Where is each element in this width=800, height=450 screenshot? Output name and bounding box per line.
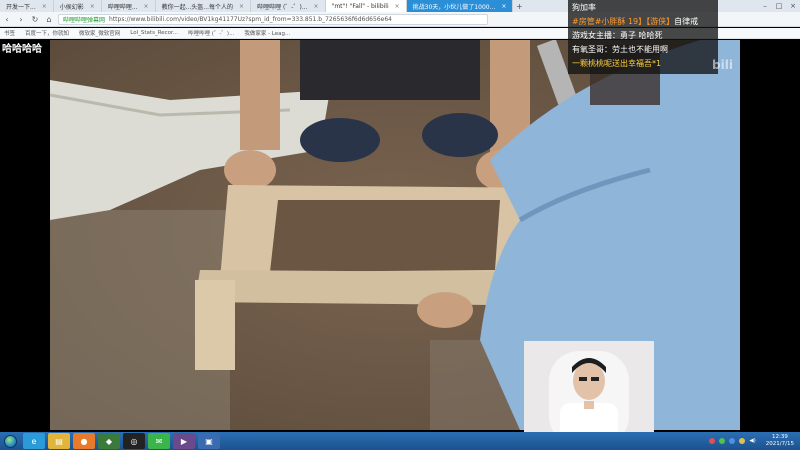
taskbar: e ▤ ● ◆ ◎ ✉ ▶ ▣ ◀) 12:39 2021/7/15: [0, 432, 800, 450]
forward-icon[interactable]: ›: [16, 15, 26, 24]
browser-tab[interactable]: 小侯幻影 ×: [54, 0, 102, 12]
bookmark-item[interactable]: 书签: [4, 29, 15, 37]
tab-label: 哔哩哔哩...: [107, 3, 138, 11]
close-tab-icon[interactable]: ×: [314, 3, 319, 10]
chat-badge: 【游侠】: [646, 17, 675, 26]
obs-taskbar-icon[interactable]: ◎: [123, 433, 145, 449]
bookmark-item[interactable]: Lol_Stats_Recor...: [130, 30, 178, 36]
tab-label: 挑战30天，小伙儿做了1000...: [412, 3, 496, 11]
tray-icon[interactable]: [719, 438, 726, 444]
new-tab-icon[interactable]: +: [513, 0, 525, 12]
site-identity: 哔哩哔哩弹幕网: [63, 16, 106, 24]
back-icon[interactable]: ‹: [2, 15, 12, 24]
app-taskbar-icon[interactable]: ●: [73, 433, 95, 449]
chat-user: 游戏女主播：: [572, 31, 620, 40]
start-button[interactable]: [0, 432, 20, 450]
close-tab-icon[interactable]: ×: [144, 3, 149, 10]
home-icon[interactable]: ⌂: [44, 15, 54, 24]
chat-message: 有氧圣哥：劳土也不能用啊: [572, 43, 714, 57]
image-taskbar-icon[interactable]: ▣: [198, 433, 220, 449]
browser-taskbar-icon[interactable]: e: [23, 433, 45, 449]
live-chat-panel: 狗加率 #房管#小胖酥 19】【游侠】自律戒 游戏女主播：勇子 哈哈死 有氧圣哥…: [568, 0, 718, 74]
chat-body: 一颗桃桃呢送出幸福吾*1: [572, 59, 662, 68]
tab-label: 开发一下...: [6, 3, 36, 11]
refresh-icon[interactable]: ↻: [30, 15, 40, 24]
clock-time: 12:39: [771, 434, 788, 440]
media-taskbar-icon[interactable]: ▶: [173, 433, 195, 449]
volume-icon[interactable]: ◀): [749, 438, 755, 444]
url-text: https://www.bilibili.com/video/BV1kg4117…: [109, 15, 392, 23]
tray-icon[interactable]: [709, 438, 716, 444]
wechat-taskbar-icon[interactable]: ✉: [148, 433, 170, 449]
chat-prefix: #房管#小胖酥 19】: [572, 17, 647, 26]
system-clock[interactable]: 12:39 2021/7/15: [766, 434, 794, 448]
chat-body: 自律戒: [674, 17, 699, 26]
browser-tab[interactable]: 哔哩哔哩 (゜-゜)... ×: [251, 0, 326, 12]
windows-logo-icon: [3, 434, 17, 448]
chat-message: 游戏女主播：勇子 哈哈死: [572, 29, 714, 43]
close-tab-icon[interactable]: ×: [90, 3, 95, 10]
chat-header: 狗加率: [572, 3, 596, 12]
chat-body: 勇子 哈哈死: [620, 31, 663, 40]
browser-tab[interactable]: 哔哩哔哩... ×: [102, 0, 156, 12]
bookmark-item[interactable]: 微软家_微软官网: [79, 29, 120, 37]
close-tab-icon[interactable]: ×: [239, 3, 244, 10]
window-controls: – □ ×: [758, 0, 800, 12]
tab-label: "mt"! "Fall" - bilibili: [331, 2, 389, 10]
chat-user: 有氧圣哥：: [572, 45, 612, 54]
tab-label: 哔哩哔哩 (゜-゜)...: [257, 3, 308, 11]
game-taskbar-icon[interactable]: ◆: [98, 433, 120, 449]
url-input[interactable]: 哔哩哔哩弹幕网 https://www.bilibili.com/video/B…: [58, 13, 488, 25]
bookmark-item[interactable]: 百度一下，你就知: [25, 29, 69, 37]
browser-tab[interactable]: 开发一下... ×: [0, 0, 54, 12]
folder-taskbar-icon[interactable]: ▤: [48, 433, 70, 449]
close-tab-icon[interactable]: ×: [42, 3, 47, 10]
close-tab-icon[interactable]: ×: [501, 3, 506, 10]
close-window-icon[interactable]: ×: [786, 0, 800, 12]
browser-tab-active[interactable]: "mt"! "Fall" - bilibili ×: [325, 0, 407, 12]
chat-body: 劳土也不能用啊: [612, 45, 668, 54]
bilibili-watermark: bili: [712, 58, 733, 72]
minimize-icon[interactable]: –: [758, 0, 772, 12]
tray-icon[interactable]: [739, 438, 746, 444]
overlay-caption: 哈哈哈哈: [2, 44, 42, 55]
maximize-icon[interactable]: □: [772, 0, 786, 12]
tab-label: 教你一起...头盔...每个人的: [161, 3, 234, 11]
browser-tab[interactable]: 挑战30天，小伙儿做了1000... ×: [406, 0, 514, 12]
chat-gift-message: 一颗桃桃呢送出幸福吾*1: [572, 57, 714, 71]
clock-date: 2021/7/15: [765, 441, 794, 447]
bookmark-item[interactable]: 我做家家 - Leag...: [244, 29, 290, 37]
system-tray: ◀) 12:39 2021/7/15: [709, 432, 800, 450]
tab-label: 小侯幻影: [59, 3, 84, 11]
chat-message: #房管#小胖酥 19】【游侠】自律戒: [572, 15, 714, 29]
browser-tab[interactable]: 教你一起...头盔...每个人的 ×: [156, 0, 252, 12]
bookmark-item[interactable]: 哔哩哔哩 (゜-゜)...: [188, 29, 234, 37]
screen: 开发一下... × 小侯幻影 × 哔哩哔哩... × 教你一起...头盔...每个人的…: [0, 0, 800, 450]
close-tab-icon[interactable]: ×: [395, 3, 400, 10]
tray-icon[interactable]: [729, 438, 736, 444]
